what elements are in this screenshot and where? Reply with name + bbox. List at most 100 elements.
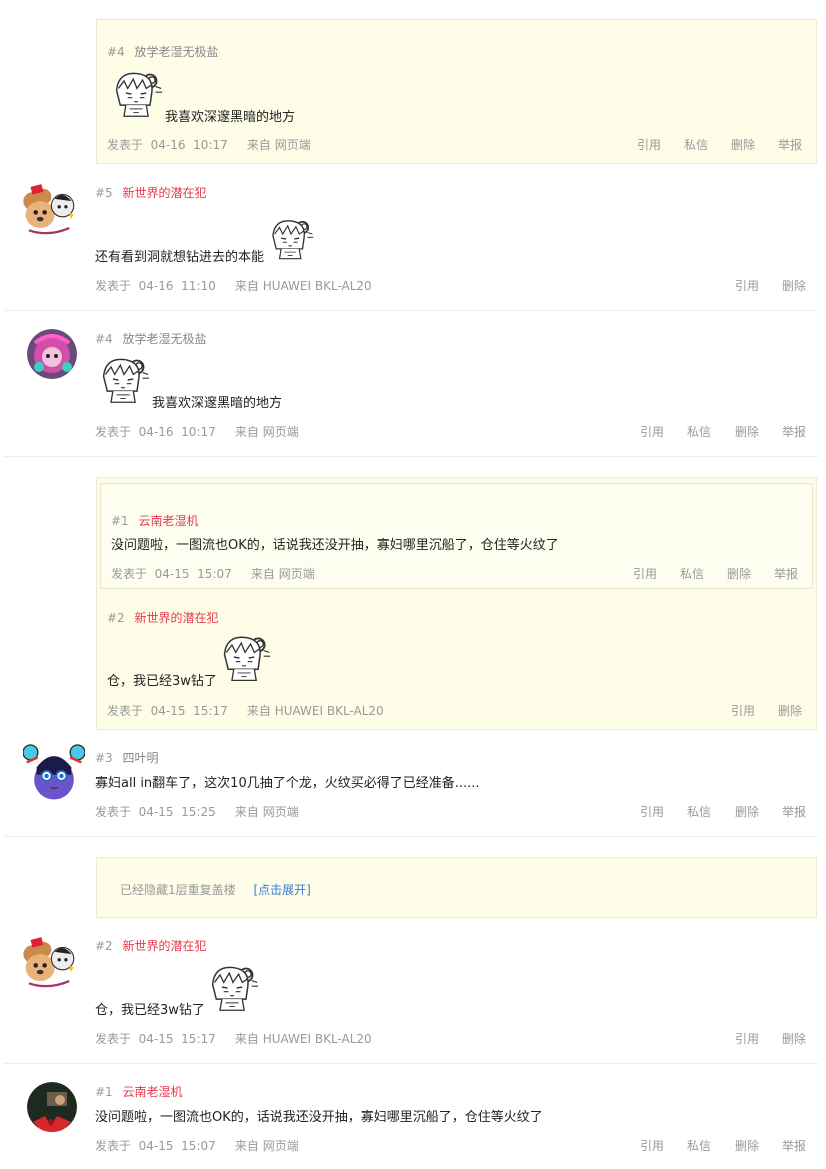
nested-quote-box: #1 云南老湿机 没问题啦，一图流也OK的，话说我还没开抽，寡妇哪里沉船了，仓住… xyxy=(100,483,813,589)
avatar[interactable] xyxy=(18,740,90,802)
post-date: 04-16 xyxy=(138,425,174,439)
delete-button[interactable]: 删除 xyxy=(727,565,751,582)
delete-button[interactable]: 删除 xyxy=(778,702,802,719)
post-meta: 发表于 04-15 15:17 来自 HUAWEI BKL-AL20 xyxy=(95,1030,372,1047)
message-button[interactable]: 私信 xyxy=(684,136,708,153)
posted-label: 发表于 xyxy=(111,567,148,581)
hidden-replies-box: 已经隐藏1层重复盖楼 [点击展开] xyxy=(96,857,817,918)
post-time: 15:17 xyxy=(193,704,228,718)
post-date: 04-15 xyxy=(138,805,174,819)
delete-button[interactable]: 删除 xyxy=(735,803,759,820)
post-source: 网页端 xyxy=(262,425,299,439)
username[interactable]: 四叶明 xyxy=(123,751,159,765)
post-meta: 发表于 04-16 10:17 来自 网页端 xyxy=(107,136,311,153)
quote-button[interactable]: 引用 xyxy=(640,1137,664,1154)
from-label: 来自 xyxy=(246,704,271,718)
post-source: HUAWEI BKL-AL20 xyxy=(262,1032,372,1046)
avatar[interactable] xyxy=(27,329,77,379)
avatar[interactable] xyxy=(12,181,84,237)
post-header: #2 新世界的潜在犯 xyxy=(95,937,207,954)
post-meta: 发表于 04-15 15:07 来自 网页端 xyxy=(95,1137,299,1154)
posted-label: 发表于 xyxy=(95,425,132,439)
expand-link[interactable]: [点击展开] xyxy=(253,883,310,897)
post-content: 没问题啦，一图流也OK的，话说我还没开抽，寡妇哪里沉船了，仓住等火纹了 xyxy=(111,538,559,553)
post-source: 网页端 xyxy=(274,138,311,152)
from-label: 来自 xyxy=(234,425,259,439)
post-content: 寡妇all in翻车了，这次10几抽了个龙，火纹买必得了已经准备...... xyxy=(95,776,480,791)
posted-label: 发表于 xyxy=(95,805,132,819)
post-date: 04-15 xyxy=(150,704,186,718)
username[interactable]: 云南老湿机 xyxy=(139,514,199,528)
delete-button[interactable]: 删除 xyxy=(782,1030,806,1047)
username[interactable]: 放学老湿无极盐 xyxy=(135,45,219,59)
post-content: 仓，我已经3w钻了 xyxy=(107,674,217,689)
from-label: 来自 xyxy=(234,1139,259,1153)
floor-number: #4 xyxy=(95,332,113,346)
report-button[interactable]: 举报 xyxy=(782,803,806,820)
report-button[interactable]: 举报 xyxy=(782,1137,806,1154)
report-button[interactable]: 举报 xyxy=(774,565,798,582)
floor-number: #2 xyxy=(95,939,113,953)
post-date: 04-15 xyxy=(154,567,190,581)
from-label: 来自 xyxy=(250,567,275,581)
message-button[interactable]: 私信 xyxy=(687,803,711,820)
hidden-notice: 已经隐藏1层重复盖楼 [点击展开] xyxy=(120,881,311,898)
username[interactable]: 新世界的潜在犯 xyxy=(123,186,207,200)
post-header: #5 新世界的潜在犯 xyxy=(95,184,207,201)
post-time: 10:17 xyxy=(193,138,228,152)
quote-button[interactable]: 引用 xyxy=(633,565,657,582)
floor-number: #4 xyxy=(107,45,125,59)
quote-button[interactable]: 引用 xyxy=(637,136,661,153)
quote-button[interactable]: 引用 xyxy=(640,803,664,820)
post-content: 我喜欢深邃黑暗的地方 xyxy=(152,396,283,411)
post-time: 15:17 xyxy=(181,1032,216,1046)
divider xyxy=(4,310,818,311)
message-button[interactable]: 私信 xyxy=(687,423,711,440)
post-header: #4 放学老湿无极盐 xyxy=(95,330,207,347)
username[interactable]: 新世界的潜在犯 xyxy=(135,611,219,625)
from-label: 来自 xyxy=(234,1032,259,1046)
quote-box: #4 放学老湿无极盐 我喜欢深邃黑暗的地方 发表于 04-16 10:17 来自… xyxy=(96,19,817,164)
post-meta: 发表于 04-15 15:07 来自 网页端 xyxy=(111,565,315,582)
report-button[interactable]: 举报 xyxy=(782,423,806,440)
post-content: 我喜欢深邃黑暗的地方 xyxy=(165,110,296,125)
from-label: 来自 xyxy=(246,138,271,152)
sticker-image xyxy=(266,216,316,262)
post-content: 没问题啦，一图流也OK的，话说我还没开抽，寡妇哪里沉船了，仓住等火纹了 xyxy=(95,1110,543,1125)
quote-header: #2 新世界的潜在犯 xyxy=(107,609,219,626)
delete-button[interactable]: 删除 xyxy=(735,423,759,440)
report-button[interactable]: 举报 xyxy=(778,136,802,153)
post-date: 04-15 xyxy=(138,1139,174,1153)
post-meta: 发表于 04-15 15:25 来自 网页端 xyxy=(95,803,299,820)
message-button[interactable]: 私信 xyxy=(680,565,704,582)
avatar[interactable] xyxy=(27,1082,77,1132)
username[interactable]: 云南老湿机 xyxy=(123,1085,183,1099)
post-date: 04-16 xyxy=(150,138,186,152)
username[interactable]: 放学老湿无极盐 xyxy=(123,332,207,346)
delete-button[interactable]: 删除 xyxy=(782,277,806,294)
hidden-notice-text: 已经隐藏1层重复盖楼 xyxy=(120,883,236,897)
post-source: 网页端 xyxy=(262,1139,299,1153)
sticker-image xyxy=(109,68,165,120)
floor-number: #5 xyxy=(95,186,113,200)
floor-number: #1 xyxy=(111,514,129,528)
floor-number: #1 xyxy=(95,1085,113,1099)
quote-button[interactable]: 引用 xyxy=(731,702,755,719)
post-time: 15:25 xyxy=(181,805,216,819)
posted-label: 发表于 xyxy=(107,138,144,152)
posted-label: 发表于 xyxy=(95,1139,132,1153)
message-button[interactable]: 私信 xyxy=(687,1137,711,1154)
username[interactable]: 新世界的潜在犯 xyxy=(123,939,207,953)
post-header: #1 云南老湿机 xyxy=(95,1083,183,1100)
quote-button[interactable]: 引用 xyxy=(640,423,664,440)
post-meta: 发表于 04-15 15:17 来自 HUAWEI BKL-AL20 xyxy=(107,702,384,719)
quote-button[interactable]: 引用 xyxy=(735,277,759,294)
post-time: 11:10 xyxy=(181,279,216,293)
delete-button[interactable]: 删除 xyxy=(735,1137,759,1154)
divider xyxy=(4,1063,818,1064)
delete-button[interactable]: 删除 xyxy=(731,136,755,153)
post-time: 15:07 xyxy=(181,1139,216,1153)
quote-button[interactable]: 引用 xyxy=(735,1030,759,1047)
post-source: HUAWEI BKL-AL20 xyxy=(262,279,372,293)
avatar[interactable] xyxy=(12,934,84,990)
